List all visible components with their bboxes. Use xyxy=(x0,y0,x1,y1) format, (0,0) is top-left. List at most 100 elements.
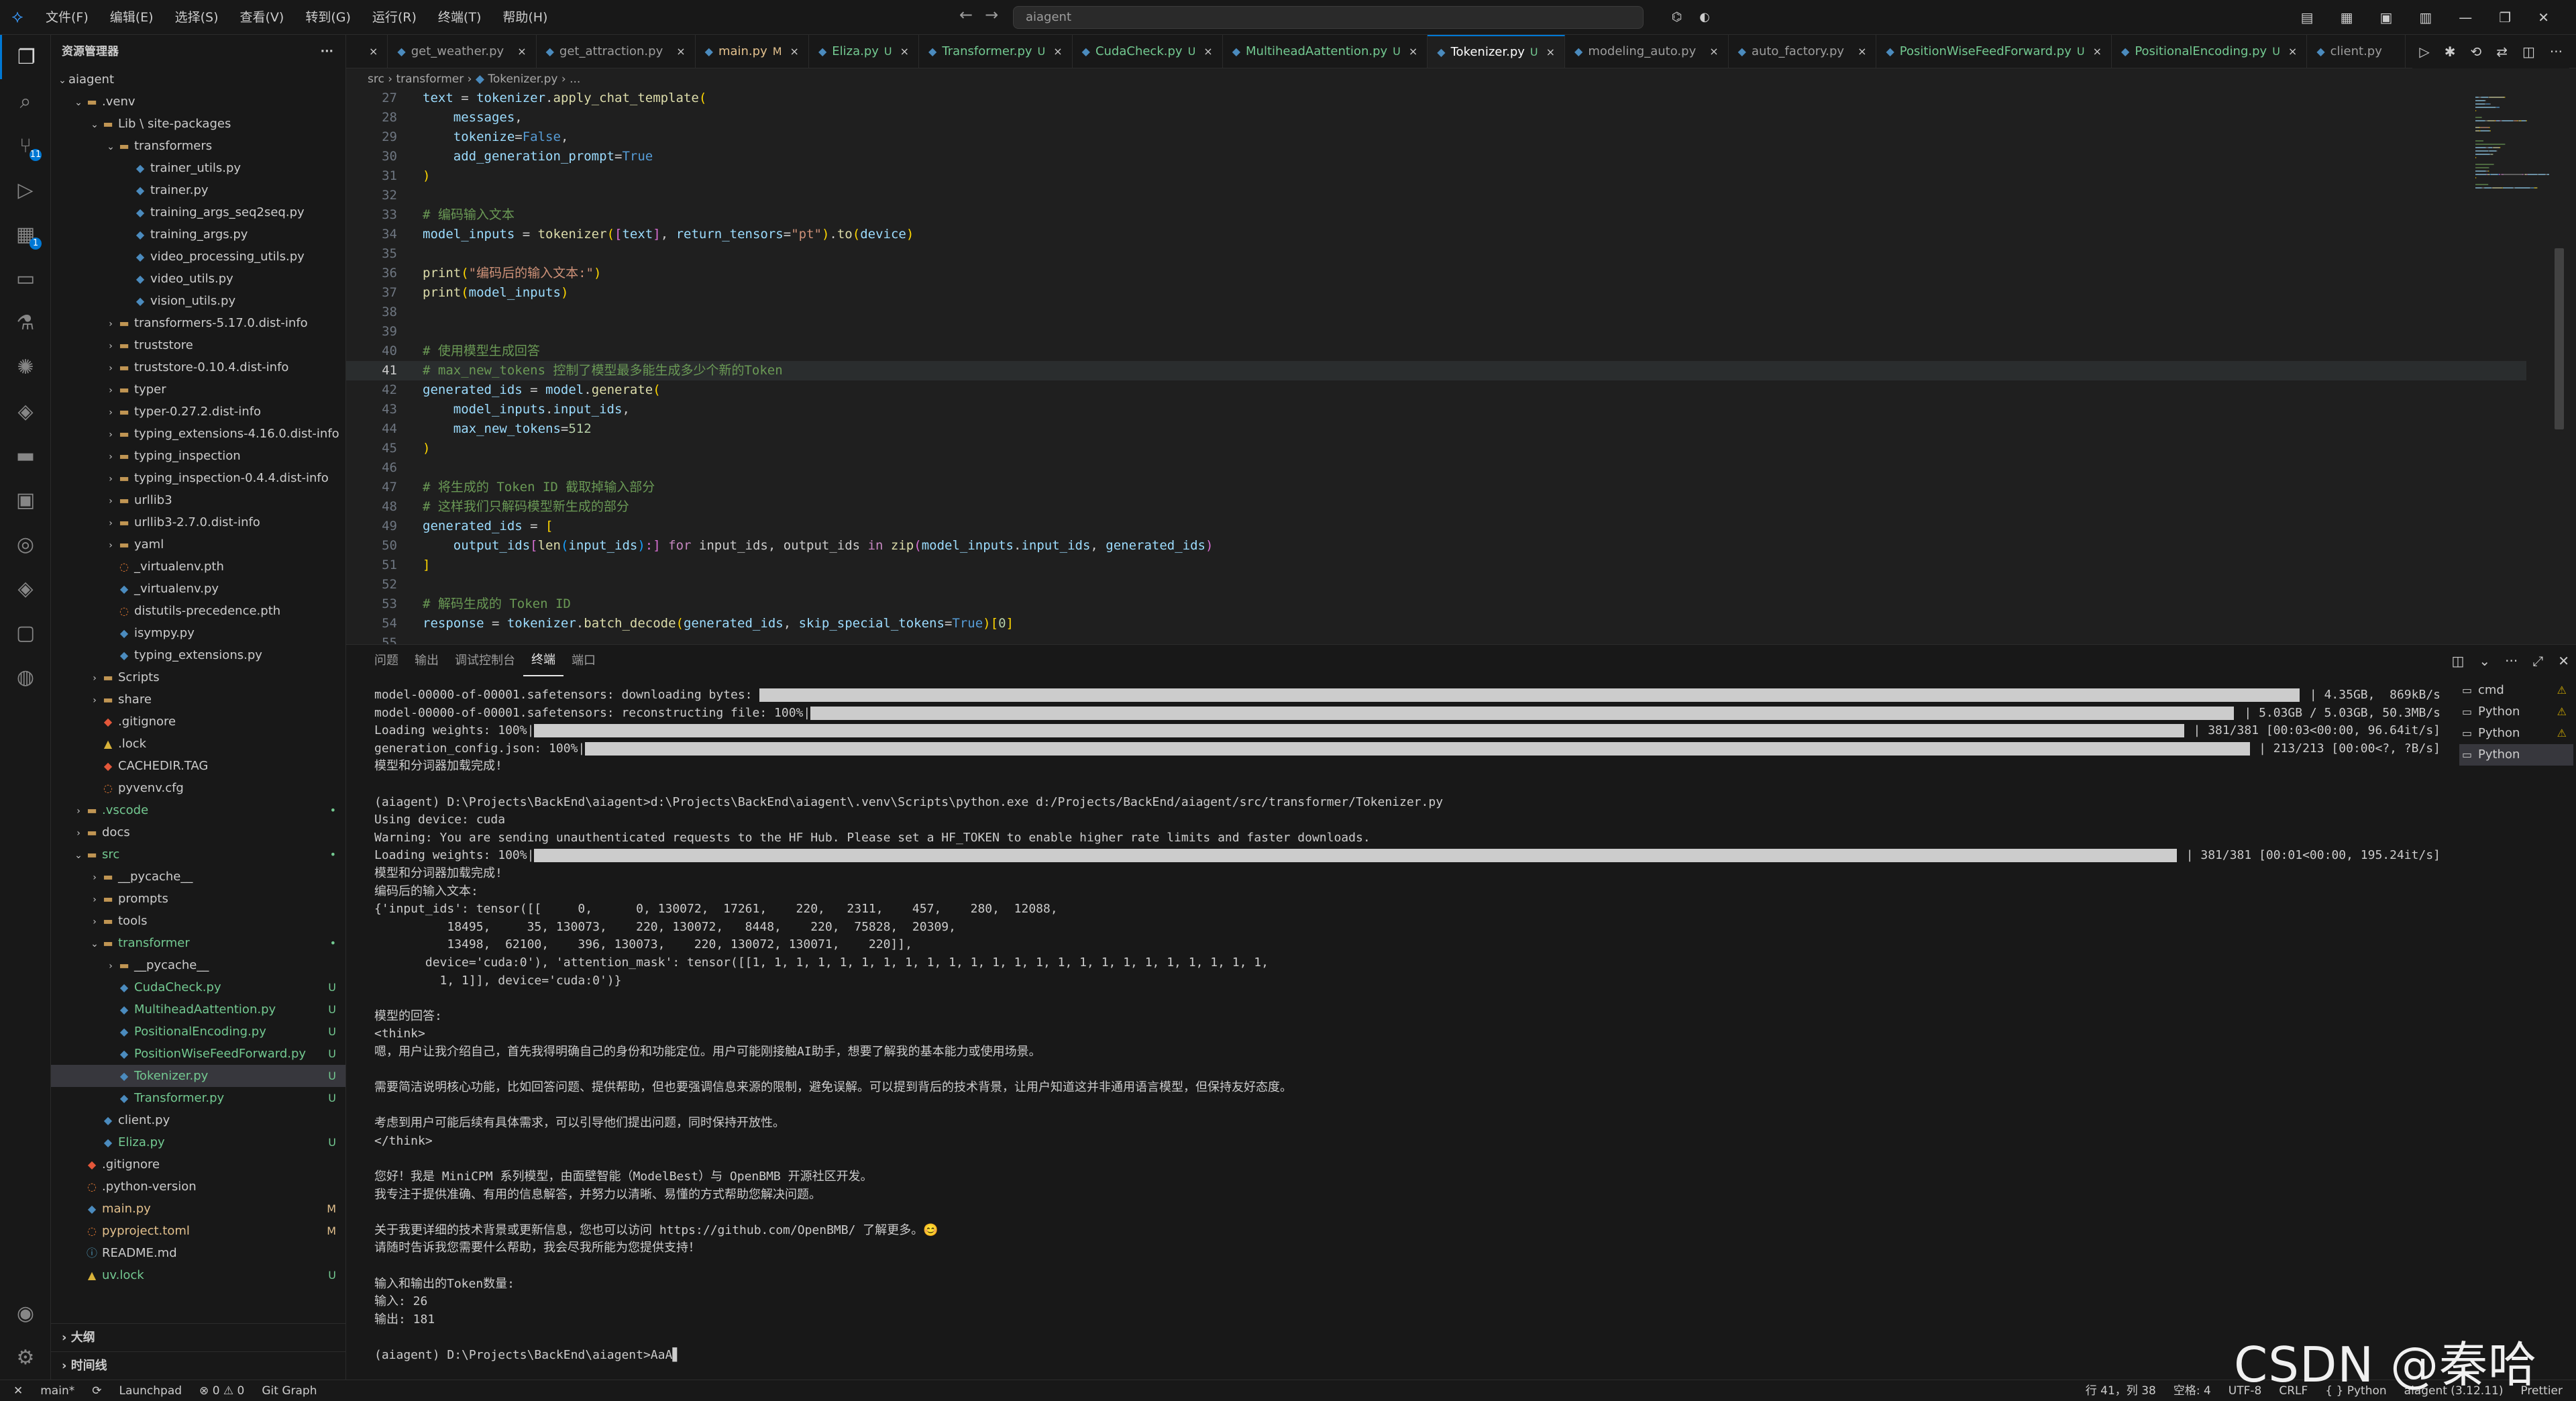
tree-folder[interactable]: › ▬ urllib3 xyxy=(51,489,345,511)
tree-folder[interactable]: › ▬ Scripts xyxy=(51,666,345,688)
editor-tab[interactable]: ◆ MultiheadAattention.py U × xyxy=(1223,35,1428,68)
code-line[interactable]: 30 add_generation_prompt=True xyxy=(346,147,2526,166)
tree-folder[interactable]: ⌄ ▬ transformer • xyxy=(51,932,345,954)
chevron-down-icon[interactable]: ⌄ xyxy=(2479,653,2490,669)
status-item[interactable]: main* xyxy=(40,1380,74,1401)
code-line[interactable]: 38 xyxy=(346,303,2526,322)
tree-file[interactable]: ⓘ README.md xyxy=(51,1242,345,1264)
close-tab-icon[interactable]: × xyxy=(1053,35,1062,68)
testing-icon[interactable]: ⚗ xyxy=(0,301,51,345)
command-center-search[interactable]: aiagent ⌬ ◐ xyxy=(1013,6,1710,29)
breadcrumb-item[interactable]: Tokenizer.py xyxy=(488,72,557,86)
code-line[interactable]: 33 # 编码输入文本 xyxy=(346,205,2526,225)
python-icon[interactable]: ◈ xyxy=(0,389,51,433)
code-line[interactable]: 45) xyxy=(346,439,2526,458)
tree-file[interactable]: ◆ Eliza.py U xyxy=(51,1131,345,1153)
tree-folder[interactable]: › ▬ __pycache__ xyxy=(51,866,345,888)
close-panel-icon[interactable]: ✕ xyxy=(2558,653,2569,669)
menu-item[interactable]: 帮助(H) xyxy=(492,0,558,35)
tree-folder[interactable]: ⌄ aiagent xyxy=(51,68,345,91)
editor-tab[interactable]: ◆ main.py M × xyxy=(696,35,809,68)
tree-file[interactable]: ◆ main.py M xyxy=(51,1198,345,1220)
code-line[interactable]: 54 response = tokenizer.batch_decode(gene… xyxy=(346,614,2526,633)
tree-file[interactable]: ◆ client.py xyxy=(51,1109,345,1131)
tree-file[interactable]: ◆ Transformer.py U xyxy=(51,1087,345,1109)
tree-folder[interactable]: › ▬ .vscode • xyxy=(51,799,345,821)
more-actions-icon[interactable]: ··· xyxy=(2505,653,2518,669)
close-tab-icon[interactable]: × xyxy=(1709,35,1718,68)
code-line[interactable]: 46 xyxy=(346,458,2526,478)
breadcrumb-item[interactable]: ... xyxy=(570,72,580,86)
tree-file[interactable]: ◆ Tokenizer.py U xyxy=(51,1065,345,1087)
tree-file[interactable]: ◌ distutils-precedence.pth xyxy=(51,600,345,622)
tree-file[interactable]: ◆ MultiheadAattention.py U xyxy=(51,998,345,1021)
tree-folder[interactable]: › ▬ typer-0.27.2.dist-info xyxy=(51,401,345,423)
code-line[interactable]: 52 xyxy=(346,575,2526,594)
panel-tab[interactable]: 终端 xyxy=(523,645,564,676)
panel-tab[interactable]: 端口 xyxy=(564,645,604,677)
tree-file[interactable]: ◆ _virtualenv.py xyxy=(51,578,345,600)
tree-folder[interactable]: › ▬ prompts xyxy=(51,888,345,910)
settings-gear-icon[interactable]: ⚙ xyxy=(0,1335,51,1380)
menu-item[interactable]: 选择(S) xyxy=(164,0,229,35)
close-tab-icon[interactable]: × xyxy=(1203,35,1212,68)
tree-file[interactable]: ◆ .gitignore xyxy=(51,1153,345,1176)
tree-folder[interactable]: › ▬ typing_inspection xyxy=(51,445,345,467)
code-editor[interactable]: 27 text = tokenizer.apply_chat_template(2… xyxy=(346,89,2526,650)
toggle-sidebar-icon[interactable]: ▤ xyxy=(2301,9,2314,25)
tree-folder[interactable]: › ▬ truststore-0.10.4.dist-info xyxy=(51,356,345,378)
tree-file[interactable]: ◌ pyproject.toml M xyxy=(51,1220,345,1242)
terminal-instance[interactable]: ▭ Python ⚠ xyxy=(2459,701,2573,723)
python-env-icon[interactable]: ◈ xyxy=(0,566,51,611)
editor-tab[interactable]: × xyxy=(346,35,388,68)
editor-tab[interactable]: ◆ PositionalEncoding.py U × xyxy=(2112,35,2308,68)
tree-file[interactable]: ◆ vision_utils.py xyxy=(51,290,345,312)
tree-folder[interactable]: › ▬ truststore xyxy=(51,334,345,356)
restore-icon[interactable]: ❐ xyxy=(2499,9,2511,25)
code-line[interactable]: 47 # 将生成的 Token ID 截取掉输入部分 xyxy=(346,478,2526,497)
breadcrumb-item[interactable]: src xyxy=(368,72,384,86)
close-tab-icon[interactable]: × xyxy=(676,35,685,68)
tree-folder[interactable]: ⌄ ▬ Lib \ site-packages xyxy=(51,113,345,135)
code-line[interactable]: 34 model_inputs = tokenizer([text], retur… xyxy=(346,225,2526,244)
terminal-instance[interactable]: ▭ Python xyxy=(2459,744,2573,766)
terminal-instance[interactable]: ▭ cmd ⚠ xyxy=(2459,680,2573,701)
tree-file[interactable]: ◆ video_processing_utils.py xyxy=(51,246,345,268)
menu-item[interactable]: 运行(R) xyxy=(362,0,427,35)
panel-tab[interactable]: 问题 xyxy=(366,645,407,677)
accounts-icon[interactable]: ◉ xyxy=(0,1291,51,1335)
minimap[interactable] xyxy=(2475,89,2549,639)
editor-tab[interactable]: ◆ modeling_auto.py × xyxy=(1565,35,1729,68)
editor-tab[interactable]: ◆ Eliza.py U × xyxy=(809,35,920,68)
menu-item[interactable]: 编辑(E) xyxy=(99,0,164,35)
tree-file[interactable]: ◆ .gitignore xyxy=(51,711,345,733)
git-graph-icon[interactable]: ◎ xyxy=(0,522,51,566)
toggle-panel-icon[interactable]: ▣ xyxy=(2379,9,2392,25)
code-line[interactable]: 51] xyxy=(346,556,2526,575)
remote-icon[interactable]: ▭ xyxy=(0,256,51,301)
tree-file[interactable]: ▲ .lock xyxy=(51,733,345,755)
timeline-icon[interactable]: ⟲ xyxy=(2470,44,2481,60)
split-terminal-icon[interactable]: ◫ xyxy=(2451,653,2464,669)
tree-file[interactable]: ◆ isympy.py xyxy=(51,622,345,644)
tree-file[interactable]: ◌ _virtualenv.pth xyxy=(51,556,345,578)
status-item[interactable]: 行 41，列 38 xyxy=(2086,1380,2156,1401)
more-actions-icon[interactable]: ··· xyxy=(2550,44,2563,60)
files-icon[interactable]: ❐ xyxy=(0,35,51,79)
tree-folder[interactable]: › ▬ transformers-5.17.0.dist-info xyxy=(51,312,345,334)
code-line[interactable]: 50 output_ids[len(input_ids):] for input… xyxy=(346,536,2526,556)
more-actions-icon[interactable]: ··· xyxy=(321,35,333,68)
tree-file[interactable]: ◆ video_utils.py xyxy=(51,268,345,290)
close-tab-icon[interactable]: × xyxy=(517,35,526,68)
timeline-section[interactable]: › 时间线 xyxy=(51,1351,346,1380)
close-tab-icon[interactable]: × xyxy=(1858,35,1866,68)
editor-tab[interactable]: ◆ get_attraction.py × xyxy=(537,35,696,68)
tree-folder[interactable]: › ▬ urllib3-2.7.0.dist-info xyxy=(51,511,345,533)
code-line[interactable]: 27 text = tokenizer.apply_chat_template( xyxy=(346,89,2526,108)
folder-icon[interactable]: ▬ xyxy=(0,433,51,478)
menu-item[interactable]: 文件(F) xyxy=(35,0,99,35)
code-line[interactable]: 37 print(model_inputs) xyxy=(346,283,2526,303)
code-line[interactable]: 32 xyxy=(346,186,2526,205)
run-python-icon[interactable]: ▷ xyxy=(2419,44,2429,60)
maximize-panel-icon[interactable]: ⤢ xyxy=(2532,653,2543,669)
